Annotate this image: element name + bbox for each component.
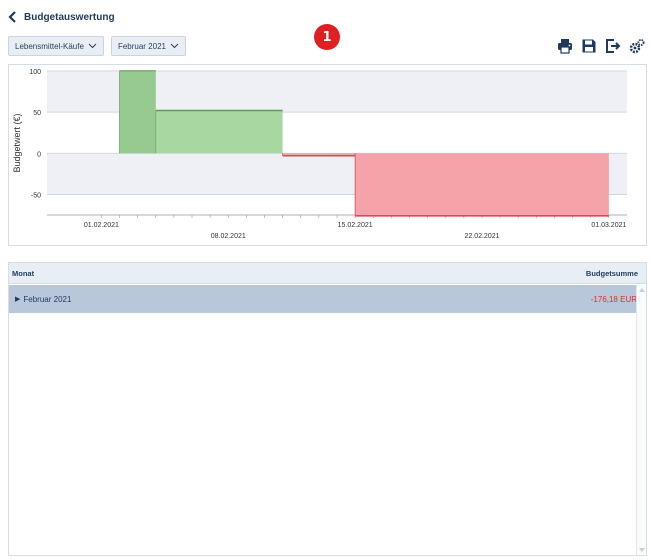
column-header-budget-sum[interactable]: Budgetsumme [586,269,638,278]
scroll-down-icon[interactable] [639,548,645,552]
table-header: Monat Budgetsumme [9,263,646,284]
negative-area [355,153,609,216]
chevron-down-icon [170,43,179,49]
settings-button[interactable] [628,37,646,55]
page-title: Budgetauswertung [24,11,115,23]
x-tick-label: 01.02.2021 [84,222,119,229]
column-header-month[interactable]: Monat [12,269,34,278]
chevron-down-icon [88,43,97,49]
y-axis-label: Budgetwert (€) [12,113,22,172]
settings-icon [629,39,645,54]
budget-chart-svg: 100 50 0 -50 01.02.2021 15.02.2021 01.03.2021 0… [12,69,627,240]
month-dropdown-label: Februar 2021 [117,41,166,51]
y-tick-label: 0 [37,151,41,158]
save-icon [582,39,596,53]
category-dropdown-label: Lebensmittel-Käufe [15,41,84,51]
scroll-up-icon[interactable] [639,288,645,292]
expand-arrow-icon[interactable]: ▶ [15,295,20,303]
export-button[interactable] [604,37,622,55]
x-tick-label: 15.02.2021 [338,222,373,229]
category-dropdown[interactable]: Lebensmittel-Käufe [8,36,104,56]
budget-chart: 100 50 0 -50 01.02.2021 15.02.2021 01.03.2021 0… [8,64,647,246]
row-label: ▶ Februar 2021 [15,295,71,304]
budget-table: Monat Budgetsumme ▶ Februar 2021 -176,18… [8,262,647,556]
row-budget-sum: -176,18 EUR [590,294,637,304]
annotation-marker-1: 1 [314,24,340,50]
y-tick-label: -50 [31,192,41,199]
print-button[interactable] [556,37,574,55]
save-button[interactable] [580,37,598,55]
vertical-scrollbar[interactable] [636,285,646,555]
x-tick-label: 08.02.2021 [211,233,246,240]
month-dropdown[interactable]: Februar 2021 [110,36,186,56]
header: Budgetauswertung [8,10,115,24]
print-icon [558,39,572,54]
toolbar [556,37,646,55]
row-month: Februar 2021 [23,294,72,304]
filter-bar: Lebensmittel-Käufe Februar 2021 [8,36,186,56]
x-tick-label: 01.03.2021 [591,222,626,229]
chevron-left-icon[interactable] [8,10,18,24]
x-tick-label: 22.02.2021 [464,233,499,240]
table-row[interactable]: ▶ Februar 2021 -176,18 EUR [9,285,637,313]
export-icon [606,39,621,53]
positive-area [119,71,156,154]
y-tick-label: 100 [29,69,41,76]
positive-area [155,110,283,154]
y-tick-label: 50 [33,110,41,117]
